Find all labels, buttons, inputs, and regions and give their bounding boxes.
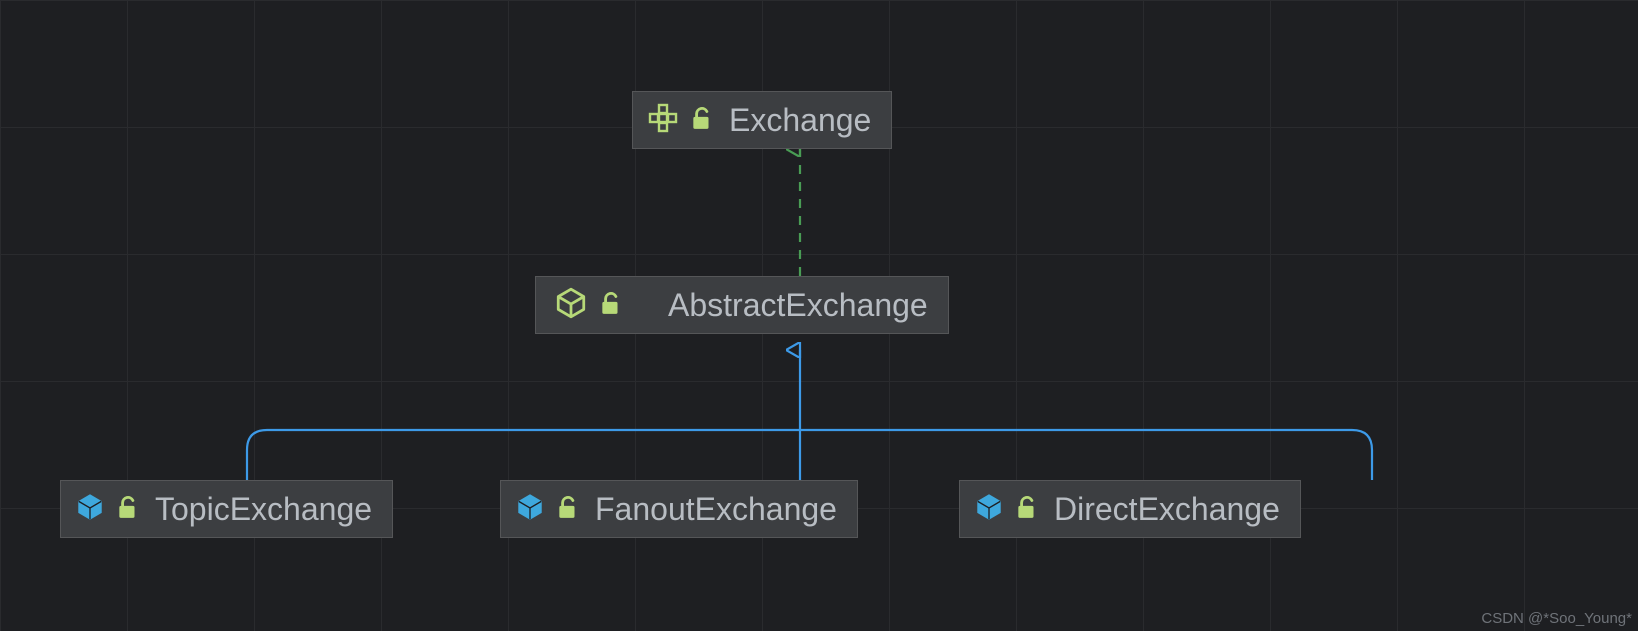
diagram-canvas: Exchange AbstractExchange <box>0 0 1638 631</box>
lock-open-icon <box>1014 494 1040 525</box>
node-direct-exchange[interactable]: DirectExchange <box>959 480 1301 538</box>
node-topic-exchange[interactable]: TopicExchange <box>60 480 393 538</box>
node-fanout-exchange[interactable]: FanoutExchange <box>500 480 858 538</box>
edge-bus <box>247 430 1372 480</box>
class-icon <box>75 492 105 527</box>
interface-icon <box>647 102 679 139</box>
node-label: Exchange <box>729 102 871 139</box>
class-icon <box>515 492 545 527</box>
node-label: DirectExchange <box>1054 491 1280 528</box>
lock-open-icon <box>689 105 715 136</box>
watermark: CSDN @*Soo_Young* <box>1481 610 1632 627</box>
node-exchange[interactable]: Exchange <box>632 91 892 149</box>
lock-open-icon <box>115 494 141 525</box>
node-label: TopicExchange <box>155 491 372 528</box>
node-abstract-exchange[interactable]: AbstractExchange <box>535 276 949 334</box>
class-icon <box>974 492 1004 527</box>
abstract-class-icon <box>554 286 588 325</box>
node-label: FanoutExchange <box>595 491 837 528</box>
node-label: AbstractExchange <box>668 287 928 324</box>
lock-open-icon <box>598 290 624 321</box>
lock-open-icon <box>555 494 581 525</box>
